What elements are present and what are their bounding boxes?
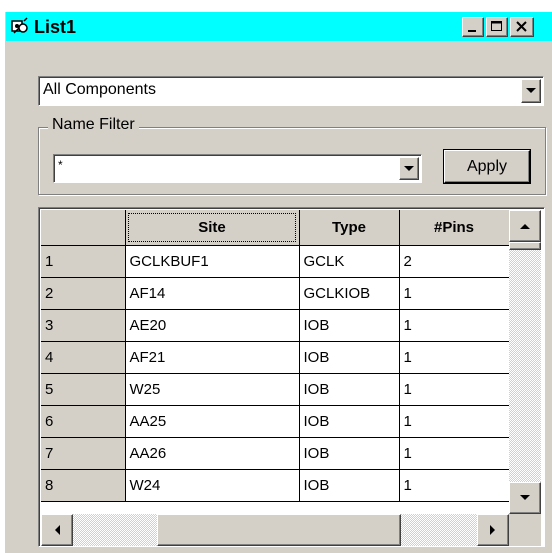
dropdown-arrow-icon xyxy=(526,88,536,93)
pins-cell[interactable]: 1 xyxy=(399,341,510,374)
list-window: List1 All Components Name Filter * Apply xyxy=(5,12,552,553)
type-cell[interactable]: IOB xyxy=(299,373,400,406)
scroll-up-button[interactable] xyxy=(509,210,541,242)
pins-cell[interactable]: 1 xyxy=(399,405,510,438)
row-number[interactable]: 8 xyxy=(41,469,126,502)
site-cell[interactable]: AA26 xyxy=(125,437,300,470)
site-cell[interactable]: AA25 xyxy=(125,405,300,438)
maximize-button[interactable] xyxy=(486,17,508,37)
row-number[interactable]: 4 xyxy=(41,341,126,374)
scroll-up-icon xyxy=(520,224,530,229)
table-row[interactable]: 2 AF14 GCLKIOB 1 xyxy=(41,277,510,310)
apply-button[interactable]: Apply xyxy=(444,150,530,183)
dropdown-arrow-icon xyxy=(404,165,414,171)
row-number[interactable]: 1 xyxy=(41,245,126,278)
horizontal-scrollbar[interactable] xyxy=(41,514,509,546)
site-cell[interactable]: AF21 xyxy=(125,341,300,374)
close-button[interactable] xyxy=(510,17,534,37)
site-cell[interactable]: AE20 xyxy=(125,309,300,342)
row-number[interactable]: 5 xyxy=(41,373,126,406)
scroll-down-icon xyxy=(520,495,530,500)
row-number[interactable]: 6 xyxy=(41,405,126,438)
site-cell[interactable]: AF14 xyxy=(125,277,300,310)
maximize-icon xyxy=(491,21,502,31)
components-table: Site Type #Pins 1 GCLKBUF1 GCLK 2 2 AF14 GCLKI… xyxy=(41,210,510,502)
type-cell[interactable]: IOB xyxy=(299,469,400,502)
name-filter-value: * xyxy=(58,158,63,172)
type-cell[interactable]: IOB xyxy=(299,309,400,342)
pins-cell[interactable]: 1 xyxy=(399,309,510,342)
row-number[interactable]: 2 xyxy=(41,277,126,310)
scroll-left-icon xyxy=(55,525,60,535)
type-cell[interactable]: GCLKIOB xyxy=(299,277,400,310)
table-row[interactable]: 6 AA25 IOB 1 xyxy=(41,405,510,438)
column-header-site[interactable]: Site xyxy=(125,210,300,246)
vertical-scrollbar[interactable] xyxy=(509,210,541,546)
table-row[interactable]: 7 AA26 IOB 1 xyxy=(41,437,510,470)
column-header-type[interactable]: Type xyxy=(299,210,400,246)
scrollbar-corner xyxy=(509,514,541,546)
table-row[interactable]: 4 AF21 IOB 1 xyxy=(41,341,510,374)
component-dropdown[interactable]: All Components xyxy=(38,76,544,106)
type-cell[interactable]: IOB xyxy=(299,405,400,438)
table-row[interactable]: 5 W25 IOB 1 xyxy=(41,373,510,406)
type-cell[interactable]: GCLK xyxy=(299,245,400,278)
pins-cell[interactable]: 1 xyxy=(399,277,510,310)
name-filter-label: Name Filter xyxy=(48,116,139,134)
component-dropdown-value: All Components xyxy=(43,81,156,98)
title-bar[interactable]: List1 xyxy=(6,12,552,41)
table-row[interactable]: 8 W24 IOB 1 xyxy=(41,469,510,502)
table-row[interactable]: 3 AE20 IOB 1 xyxy=(41,309,510,342)
table-header-row: Site Type #Pins xyxy=(41,210,510,246)
close-icon xyxy=(516,21,527,32)
site-cell[interactable]: W24 xyxy=(125,469,300,502)
app-icon xyxy=(11,17,28,34)
name-filter-dropdown-button[interactable] xyxy=(399,157,419,180)
minimize-button[interactable] xyxy=(462,17,484,37)
pins-cell[interactable]: 1 xyxy=(399,373,510,406)
vertical-scroll-thumb[interactable] xyxy=(509,242,541,250)
type-cell[interactable]: IOB xyxy=(299,341,400,374)
scroll-right-icon xyxy=(490,525,495,535)
scroll-down-button[interactable] xyxy=(509,482,541,514)
corner-header[interactable] xyxy=(41,210,126,246)
row-number[interactable]: 7 xyxy=(41,437,126,470)
horizontal-scroll-thumb[interactable] xyxy=(157,514,401,546)
column-header-pins[interactable]: #Pins xyxy=(399,210,510,246)
minimize-icon xyxy=(468,30,476,32)
site-cell[interactable]: W25 xyxy=(125,373,300,406)
table-row[interactable]: 1 GCLKBUF1 GCLK 2 xyxy=(41,245,510,278)
site-cell[interactable]: GCLKBUF1 xyxy=(125,245,300,278)
component-dropdown-button[interactable] xyxy=(521,79,541,103)
pins-cell[interactable]: 1 xyxy=(399,437,510,470)
pins-cell[interactable]: 1 xyxy=(399,469,510,502)
type-cell[interactable]: IOB xyxy=(299,437,400,470)
scroll-right-button[interactable] xyxy=(477,514,509,546)
pins-cell[interactable]: 2 xyxy=(399,245,510,278)
name-filter-input[interactable]: * xyxy=(53,154,422,183)
components-grid: Site Type #Pins 1 GCLKBUF1 GCLK 2 2 AF14 GCLKI… xyxy=(38,207,545,547)
window-title: List1 xyxy=(34,17,77,37)
row-number[interactable]: 3 xyxy=(41,309,126,342)
scroll-left-button[interactable] xyxy=(41,514,73,546)
